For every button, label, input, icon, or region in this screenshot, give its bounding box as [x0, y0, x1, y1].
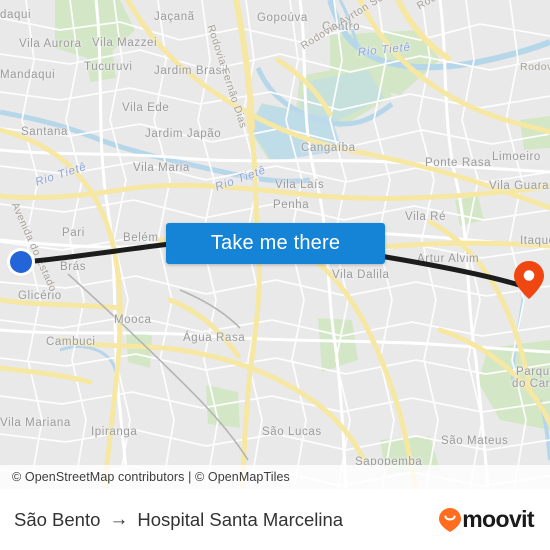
- trip-origin-label: São Bento: [14, 508, 101, 530]
- take-me-there-button[interactable]: Take me there: [166, 223, 385, 264]
- arrow-right-icon: →: [109, 508, 129, 530]
- destination-marker[interactable]: [514, 261, 544, 299]
- trip-summary: São Bento → Hospital Santa Marcelina: [14, 509, 343, 531]
- moovit-wordmark: moovit: [462, 506, 534, 532]
- map-pin-icon: [514, 261, 544, 299]
- map-canvas[interactable]: daqui Jaçanã Gopoúva Centro Vila Aurora Vila …: [0, 0, 550, 489]
- trip-footer: São Bento → Hospital Santa Marcelina moo…: [0, 489, 550, 550]
- moovit-pin-icon: [439, 507, 462, 532]
- map-attribution: © OpenStreetMap contributors | © OpenMap…: [0, 465, 550, 489]
- origin-marker[interactable]: [10, 251, 32, 273]
- moovit-logo[interactable]: moovit: [439, 506, 535, 533]
- trip-destination-label: Hospital Santa Marcelina: [137, 508, 344, 530]
- moovit-trip-map-screen: daqui Jaçanã Gopoúva Centro Vila Aurora Vila …: [0, 0, 550, 550]
